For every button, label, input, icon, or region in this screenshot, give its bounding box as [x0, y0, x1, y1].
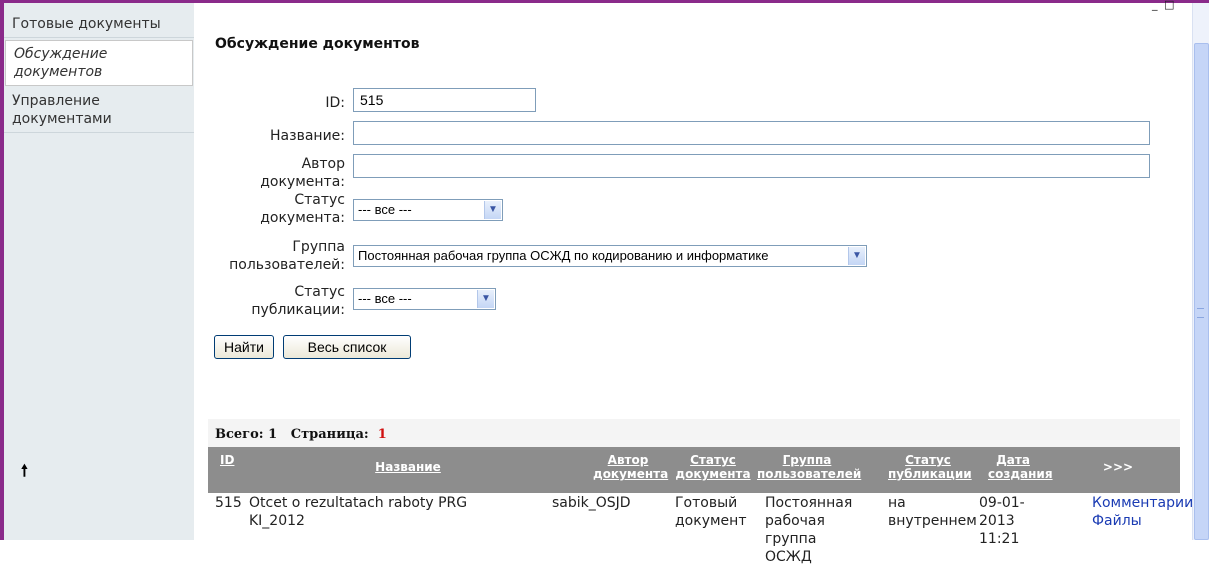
vertical-scrollbar[interactable]	[1192, 3, 1209, 540]
column-name[interactable]: Название	[348, 460, 468, 474]
chevron-down-icon: ▼	[477, 290, 494, 308]
pub-status-select[interactable]: --- все --- ▼	[353, 288, 496, 310]
sort-arrow-icon: 🠕	[21, 461, 28, 480]
page-number[interactable]: 1	[378, 427, 387, 442]
sidebar: Готовые документы Обсуждение документов …	[4, 3, 194, 540]
results-summary: Всего: 1 Страница: 1	[215, 427, 387, 442]
column-doc-status[interactable]: Статус документа	[673, 453, 753, 481]
row-group: Постоянная рабочая группа ОСЖД	[765, 495, 853, 565]
group-label: Группа пользователей:	[229, 239, 345, 273]
row-doc-status: Готовый документ	[675, 495, 747, 529]
row-id: 515	[215, 495, 242, 511]
group-select[interactable]: Постоянная рабочая группа ОСЖД по кодиро…	[353, 245, 867, 267]
doc-status-select[interactable]: --- все --- ▼	[353, 199, 503, 221]
group-value: Постоянная рабочая группа ОСЖД по кодиро…	[358, 248, 769, 263]
sidebar-item-ready-documents[interactable]: Готовые документы	[4, 11, 194, 38]
files-link[interactable]: Файлы	[1092, 512, 1142, 530]
chevron-down-icon: ▼	[848, 247, 865, 265]
sidebar-item-management[interactable]: Управление документами	[4, 88, 194, 133]
total-count: Всего: 1	[215, 427, 278, 442]
row-name: Otcet o rezultatach raboty PRG KI_2012	[249, 495, 468, 529]
sidebar-item-discussion[interactable]: Обсуждение документов	[5, 40, 193, 86]
column-group[interactable]: Группа пользователей	[757, 453, 861, 481]
find-button[interactable]: Найти	[214, 335, 274, 359]
pub-status-label: Статус публикации:	[251, 284, 345, 318]
comments-link[interactable]: Комментарии	[1092, 494, 1193, 512]
doc-status-value: --- все ---	[358, 202, 412, 217]
table-header: ID Название Автор документа Статус докум…	[208, 447, 1180, 493]
show-all-button[interactable]: Весь список	[283, 335, 411, 359]
page-label: Страница:	[290, 427, 369, 442]
column-pub-status[interactable]: Статус публикации	[888, 453, 972, 481]
column-created[interactable]: Дата создания	[988, 453, 1053, 481]
sidebar-top-stub	[4, 3, 194, 11]
scrollbar-grip-icon	[1197, 308, 1204, 318]
name-label: Название:	[270, 128, 345, 144]
id-field[interactable]: 515	[353, 88, 536, 112]
page-title: Обсуждение документов	[215, 36, 420, 52]
id-label: ID:	[325, 95, 345, 111]
row-pub-status: на внутреннем	[888, 495, 977, 529]
column-author[interactable]: Автор документа	[593, 453, 668, 481]
row-author: sabik_OSJD	[552, 495, 631, 511]
main-content: Обсуждение документов ID: 515 Название: …	[200, 3, 1193, 565]
name-field[interactable]	[353, 121, 1150, 145]
chevron-down-icon: ▼	[484, 201, 501, 219]
column-more[interactable]: >>>	[1098, 460, 1138, 474]
pub-status-value: --- все ---	[358, 291, 412, 306]
scrollbar-thumb[interactable]	[1194, 43, 1209, 540]
author-label: Автор документа:	[260, 156, 345, 190]
author-field[interactable]	[353, 154, 1150, 178]
column-id[interactable]: ID	[220, 453, 240, 467]
doc-status-label: Статус документа:	[260, 192, 345, 226]
